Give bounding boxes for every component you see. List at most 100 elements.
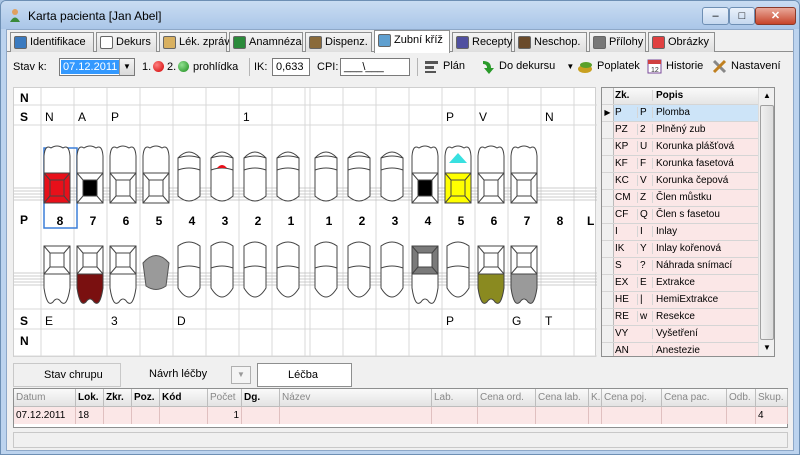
table-cell[interactable] [132, 407, 160, 424]
legend-scrollbar[interactable]: ▲ ▼ [758, 88, 774, 356]
legend-row[interactable]: PZ 2 Plněný zub [602, 122, 760, 139]
patient-card-window: Karta pacienta [Jan Abel] – □ ✕ Identifi… [0, 0, 800, 455]
lower-incisor-shape [446, 241, 470, 298]
lower-root-shape [109, 273, 137, 304]
tab-anamnéza[interactable]: Anamnéza [229, 32, 303, 52]
tab-přílohy[interactable]: Přílohy [589, 32, 646, 52]
column-header[interactable]: Skup. [756, 389, 788, 407]
column-header[interactable]: Zkr. [104, 389, 132, 407]
poplatek-button[interactable]: Poplatek [575, 57, 642, 77]
column-header[interactable]: Počet [208, 389, 242, 407]
maximize-button[interactable]: □ [729, 7, 755, 25]
table-cell[interactable] [536, 407, 589, 424]
dropdown-arrow-icon[interactable]: ▼ [566, 62, 574, 71]
legend-row[interactable]: KC V Korunka čepová [602, 173, 760, 190]
tooth-chart-canvas[interactable]: NSPSNN A P 1 P V NE 3 D P G T8 7 6 5 4 3 2 1 1 2 3 4 5 6 7 8 L [14, 88, 597, 358]
tab-stav-chrupu[interactable]: Stav chrupu [13, 363, 121, 387]
column-header[interactable]: Název [280, 389, 432, 407]
column-header[interactable]: Odb. [727, 389, 756, 407]
legend-row[interactable]: EX E Extrakce [602, 275, 760, 292]
column-header[interactable]: Cena lab. [536, 389, 589, 407]
date-picker[interactable]: 07.12.2011 ▼ [59, 58, 135, 76]
column-header[interactable]: Poz. [132, 389, 160, 407]
tab-label: Anamnéza [249, 36, 302, 48]
scroll-up-icon[interactable]: ▲ [760, 88, 774, 104]
tooth-chart[interactable]: NSPSNNAP1PVNE3DPGT8765432112345678L [13, 87, 597, 358]
poplatek-label: Poplatek [597, 60, 640, 72]
lower-occlusal-shape [115, 252, 131, 268]
column-header[interactable]: Kód [160, 389, 208, 407]
legend-row[interactable]: RE w Resekce [602, 309, 760, 326]
table-cell[interactable] [478, 407, 536, 424]
historie-button[interactable]: 12 Historie [644, 57, 705, 77]
page-icon [100, 36, 113, 49]
tooth-number: 7 [90, 214, 97, 228]
table-cell[interactable] [662, 407, 727, 424]
tab-lék-zprávy[interactable]: Lék. zprávy [159, 32, 235, 52]
column-header[interactable]: Cena poj. [602, 389, 662, 407]
legend-row[interactable]: I I Inlay [602, 224, 760, 241]
table-cell[interactable]: 4 [756, 407, 788, 424]
legend-row[interactable]: KF F Korunka fasetová [602, 156, 760, 173]
table-cell[interactable]: 18 [76, 407, 104, 424]
table-cell[interactable] [432, 407, 478, 424]
column-header[interactable]: Lab. [432, 389, 478, 407]
tab-zubní-kříž[interactable]: Zubní kříž [374, 30, 450, 53]
table-cell[interactable] [280, 407, 432, 424]
treatment-table[interactable]: Datum 07.12.2011 Lok. 18 Zkr. Poz. Kód Počet 1 Dg… [13, 388, 788, 428]
tab-lecba[interactable]: Léčba [257, 363, 352, 387]
column-header[interactable]: Cena pac. [662, 389, 727, 407]
legend-key: | [637, 294, 651, 305]
legend-row[interactable]: ▶ P P Plomba [602, 105, 760, 122]
table-cell[interactable] [727, 407, 756, 424]
legend-row[interactable]: KP U Korunka plášťová [602, 139, 760, 156]
column-header[interactable]: Lok. [76, 389, 104, 407]
visit-1-label: 1. [142, 61, 152, 73]
legend-row[interactable]: CM Z Člen můstku [602, 190, 760, 207]
legend-grid[interactable]: Zk. Popis ▶ P P Plomba PZ 2 Plněný zub KP U Korun… [601, 87, 775, 357]
tab-dekurs[interactable]: Dekurs [96, 32, 157, 52]
nastaveni-button[interactable]: Nastavení [709, 57, 783, 77]
tab-obrázky[interactable]: Obrázky [648, 32, 715, 52]
scroll-thumb[interactable] [760, 105, 774, 340]
legend-row[interactable]: CF Q Člen s fasetou [602, 207, 760, 224]
plan-button[interactable]: Plán [421, 57, 467, 77]
table-cell[interactable] [104, 407, 132, 424]
title-bar[interactable]: Karta pacienta [Jan Abel] – □ ✕ [1, 1, 799, 29]
tooth-number: 3 [392, 214, 399, 228]
minimize-button[interactable]: – [702, 7, 729, 25]
red-dot-icon[interactable] [153, 61, 164, 72]
navrh-dropdown-icon[interactable]: ▼ [231, 366, 251, 384]
table-cell[interactable] [589, 407, 602, 424]
dropdown-arrow-icon[interactable]: ▼ [119, 59, 134, 75]
date-value[interactable]: 07.12.2011 [61, 60, 119, 74]
column-header[interactable]: Datum [14, 389, 76, 407]
tab-identifikace[interactable]: Identifikace [10, 32, 94, 52]
table-cell[interactable] [160, 407, 208, 424]
tab-dispenz[interactable]: Dispenz. [305, 32, 372, 52]
table-cell[interactable]: 07.12.2011 [14, 407, 76, 424]
close-button[interactable]: ✕ [755, 7, 796, 25]
tab-neschop[interactable]: Neschop. [514, 32, 587, 52]
column-header[interactable]: K. [589, 389, 602, 407]
tab-recepty[interactable]: Recepty [452, 32, 512, 52]
cpi-field[interactable]: ___\___ [340, 58, 410, 76]
legend-row[interactable]: IK Y Inlay kořenová [602, 241, 760, 258]
column-header[interactable]: Cena ord. [478, 389, 536, 407]
green-dot-icon[interactable] [178, 61, 189, 72]
scroll-down-icon[interactable]: ▼ [760, 340, 774, 356]
ik-field[interactable]: 0,633 [272, 58, 310, 76]
legend-row[interactable]: HE | HemiExtrakce [602, 292, 760, 309]
legend-row[interactable]: VY Vyšetření [602, 326, 760, 343]
table-cell[interactable]: 1 [208, 407, 242, 424]
nastaveni-label: Nastavení [731, 60, 781, 72]
column-header[interactable]: Dg. [242, 389, 280, 407]
legend-row[interactable]: S? Náhrada snímací [602, 258, 760, 275]
do-dekursu-button[interactable]: Do dekursu ▼ [477, 57, 576, 77]
legend-row[interactable]: AN Anestezie [602, 343, 760, 356]
table-cell[interactable] [602, 407, 662, 424]
top-mark-label: N [45, 110, 54, 124]
row-indicator [602, 343, 614, 356]
row-label-l: L [587, 214, 594, 228]
table-cell[interactable] [242, 407, 280, 424]
